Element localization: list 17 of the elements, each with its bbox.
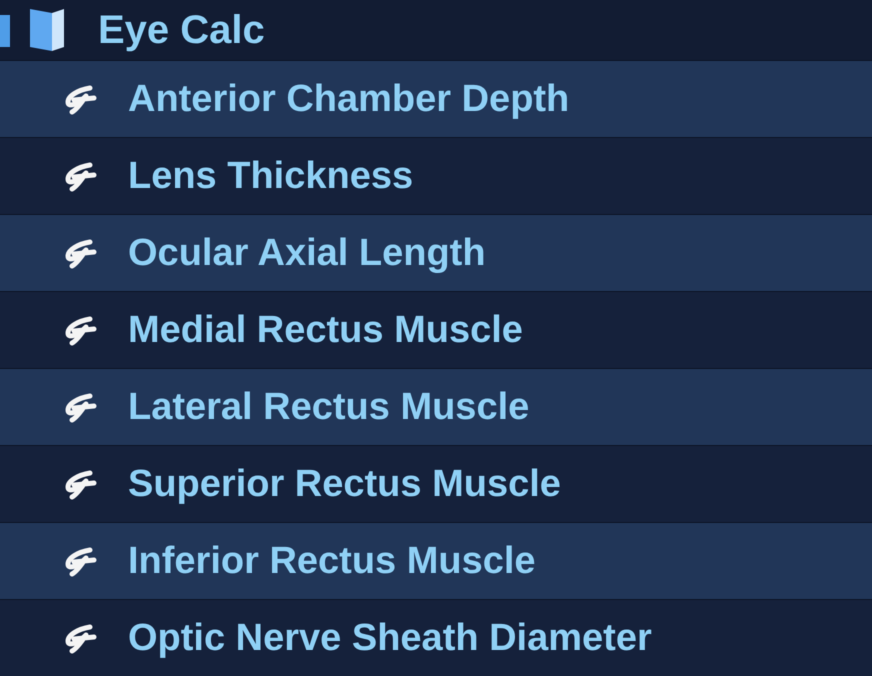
menu-item-label: Lens Thickness: [128, 157, 414, 195]
menu-item[interactable]: Lens Thickness: [0, 137, 872, 214]
menu-item-label: Inferior Rectus Muscle: [128, 542, 536, 580]
menu-item[interactable]: Optic Nerve Sheath Diameter: [0, 599, 872, 676]
menu-item[interactable]: Lateral Rectus Muscle: [0, 368, 872, 445]
menu-item[interactable]: Medial Rectus Muscle: [0, 291, 872, 368]
menu-item-label: Optic Nerve Sheath Diameter: [128, 619, 652, 657]
folder-title: Eye Calc: [98, 10, 265, 50]
menu-item-label: Ocular Axial Length: [128, 234, 486, 272]
menu-item[interactable]: Inferior Rectus Muscle: [0, 522, 872, 599]
menu-item-label: Lateral Rectus Muscle: [128, 388, 530, 426]
menu-item[interactable]: Superior Rectus Muscle: [0, 445, 872, 522]
menu-item[interactable]: Ocular Axial Length: [0, 214, 872, 291]
menu-item-label: Medial Rectus Muscle: [128, 311, 523, 349]
menu-item-label: Superior Rectus Muscle: [128, 465, 561, 503]
menu-item[interactable]: Anterior Chamber Depth: [0, 60, 872, 137]
menu-item-label: Anterior Chamber Depth: [128, 80, 570, 118]
